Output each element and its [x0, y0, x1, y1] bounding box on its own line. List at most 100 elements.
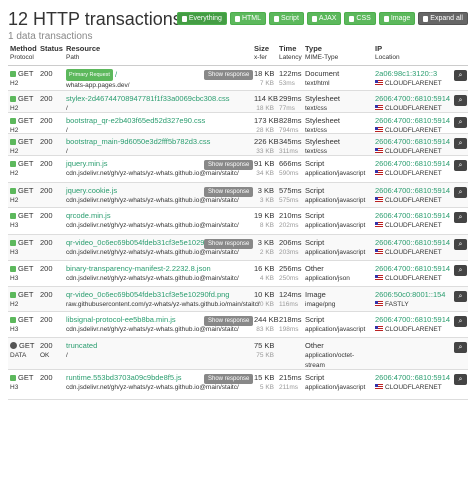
- header-ip[interactable]: IP Location: [375, 44, 400, 62]
- ip-link[interactable]: 2606:4700::6810:5914: [375, 116, 450, 126]
- table-row[interactable]: GET H3 200 libsignal-protocol-ee5b8ba.min.j…: [8, 312, 468, 338]
- header-time[interactable]: Time Latency: [279, 44, 302, 62]
- table-row[interactable]: GET H2 200 jquery.min.js cdn.jsdelivr.net/gh…: [8, 156, 468, 183]
- expand-all-button[interactable]: Expand all: [418, 12, 468, 25]
- search-icon[interactable]: ⌕: [454, 70, 467, 81]
- resource-cell: bootstrap_main-9d6050e3d2fff5b782d3.css /: [66, 137, 256, 157]
- search-icon[interactable]: ⌕: [454, 316, 467, 327]
- ip-cell: 2606:4700::6810:5914 CLOUDFLARENET: [375, 373, 450, 393]
- resource-link[interactable]: binary-transparency-manifest-2.2232.8.js…: [66, 264, 211, 273]
- type-value: Script: [305, 315, 325, 324]
- header-status[interactable]: Status: [40, 44, 63, 53]
- time-value: 828ms: [279, 116, 302, 125]
- latency-value: 203ms: [279, 249, 299, 256]
- show-response-button[interactable]: Show response: [204, 374, 254, 384]
- resource-link[interactable]: libsignal-protocol-ee5b8ba.min.js: [66, 315, 176, 324]
- search-icon[interactable]: ⌕: [454, 212, 467, 223]
- method-cell: GET H2: [10, 116, 33, 136]
- search-icon[interactable]: ⌕: [454, 160, 467, 171]
- filter-script-button[interactable]: Script: [269, 12, 304, 25]
- ip-link[interactable]: 2606:4700::6810:5914: [375, 159, 450, 169]
- xfer-value: 8 KB: [259, 222, 274, 229]
- show-response-button[interactable]: Show response: [204, 239, 254, 249]
- filter-ajax-button[interactable]: AJAX: [306, 12, 342, 25]
- resource-path: whats-app.pages.dev/: [66, 82, 130, 89]
- search-icon[interactable]: ⌕: [454, 374, 467, 385]
- ip-link[interactable]: 2606:4700::6810:5914: [375, 315, 450, 325]
- show-response-button[interactable]: Show response: [204, 160, 254, 170]
- search-icon[interactable]: ⌕: [454, 117, 467, 128]
- search-icon[interactable]: ⌕: [454, 95, 467, 106]
- lock-icon: [10, 96, 16, 102]
- resource-link[interactable]: truncated: [66, 341, 97, 350]
- latency-value: 116ms: [279, 301, 299, 308]
- table-row[interactable]: GET DATA 200 OK truncated / 75 KB 75 KB Other app…: [8, 338, 468, 370]
- filter-image-button[interactable]: Image: [378, 12, 416, 25]
- show-response-button[interactable]: Show response: [204, 187, 254, 197]
- header-time-label: Time: [279, 44, 297, 53]
- ip-link[interactable]: 2606:4700::6810:5914: [375, 211, 450, 221]
- type-cell: Script application/javascript: [305, 238, 373, 258]
- resource-cell: truncated /: [66, 341, 256, 361]
- ip-link[interactable]: 2606:4700::6810:5914: [375, 137, 450, 147]
- header-size[interactable]: Size x-fer: [254, 44, 269, 62]
- resource-link[interactable]: qr-video_0c6ec69b054fdeb31cf3e5e10290fd.…: [66, 290, 229, 299]
- ip-link[interactable]: 2606:4700::6810:5914: [375, 94, 450, 104]
- resource-link[interactable]: bootstrap_main-9d6050e3d2fff5b782d3.css: [66, 137, 210, 146]
- filter-everything-button[interactable]: Everything: [176, 12, 227, 25]
- filter-html-button[interactable]: HTML: [229, 12, 266, 25]
- table-row[interactable]: GET H2 200 bootstrap_main-9d6050e3d2fff5b78…: [8, 134, 468, 156]
- ip-link[interactable]: 2606:50c0:8001::154: [375, 290, 445, 300]
- resource-link[interactable]: qr-video_0c6ec69b054fdeb31cf3e5e10290fd.…: [66, 238, 222, 247]
- search-icon[interactable]: ⌕: [454, 291, 467, 302]
- ip-cell: 2606:4700::6810:5914 CLOUDFLARENET: [375, 116, 450, 136]
- ip-link[interactable]: 2606:4700::6810:5914: [375, 186, 450, 196]
- search-icon[interactable]: ⌕: [454, 265, 467, 276]
- header-method[interactable]: Method Protocol: [10, 44, 37, 62]
- search-icon[interactable]: ⌕: [454, 342, 467, 353]
- search-icon[interactable]: ⌕: [454, 187, 467, 198]
- table-row[interactable]: GET H2 200 Primary Request / whats-app.pages.…: [8, 66, 468, 91]
- us-flag-icon: [375, 105, 383, 110]
- show-response-button[interactable]: Show response: [204, 316, 254, 326]
- ip-link[interactable]: 2606:4700::6810:5914: [375, 238, 450, 248]
- header-type[interactable]: Type MIME-Type: [305, 44, 338, 62]
- table-row[interactable]: GET H3 200 qrcode.min.js cdn.jsdelivr.net/gh…: [8, 208, 468, 235]
- mime-value: application/javascript: [305, 249, 366, 256]
- resource-link[interactable]: bootstrap_qr-e2b403f65ed52d327e90.css: [66, 116, 205, 125]
- table-row[interactable]: GET H2 200 qr-video_0c6ec69b054fdeb31cf3e5e…: [8, 287, 468, 312]
- ip-link[interactable]: 2606:4700::6810:5914: [375, 373, 450, 383]
- filter-bar: Everything HTML Script AJAX CSS Image Ex…: [176, 12, 468, 25]
- filter-css-button[interactable]: CSS: [344, 12, 376, 25]
- method-cell: GET H3: [10, 373, 33, 393]
- table-row[interactable]: GET H3 200 qr-video_0c6ec69b054fdeb31cf3e5e…: [8, 235, 468, 261]
- location-value: CLOUDFLARENET: [385, 105, 442, 112]
- size-value: 173 KB: [254, 116, 279, 125]
- resource-link[interactable]: jquery.min.js: [66, 159, 108, 168]
- table-row[interactable]: GET H2 200 bootstrap_qr-e2b403f65ed52d327e9…: [8, 113, 468, 134]
- method-value: GET: [18, 186, 34, 195]
- type-cell: Stylesheet text/css: [305, 116, 373, 136]
- location-value: CLOUDFLARENET: [385, 80, 442, 87]
- table-row[interactable]: GET H3 200 runtime.553bd3703a09c9bde8f5.js c…: [8, 370, 468, 400]
- resource-link[interactable]: stylex-2d46744708947781f1f33a0069cbc308.…: [66, 94, 229, 103]
- resource-link[interactable]: runtime.553bd3703a09c9bde8f5.js: [66, 373, 182, 382]
- ip-link[interactable]: 2606:4700::6810:5914: [375, 264, 450, 274]
- size-value: 16 KB: [254, 264, 275, 273]
- table-row[interactable]: GET H3 200 binary-transparency-manifest-2.2…: [8, 261, 468, 287]
- search-icon[interactable]: ⌕: [454, 138, 467, 149]
- resource-link[interactable]: jquery.cookie.js: [66, 186, 117, 195]
- show-response-button[interactable]: Show response: [204, 70, 254, 80]
- table-row[interactable]: GET H2 200 stylex-2d46744708947781f1f33a006…: [8, 91, 468, 113]
- size-value: 10 KB: [254, 290, 275, 299]
- table-row[interactable]: GET H2 200 jquery.cookie.js cdn.jsdelivr.net…: [8, 183, 468, 208]
- resource-link[interactable]: /: [115, 70, 117, 79]
- ip-link[interactable]: 2a06:98c1:3120::3: [375, 69, 442, 79]
- us-flag-icon: [375, 275, 383, 280]
- header-resource[interactable]: Resource Path: [66, 44, 100, 62]
- search-icon[interactable]: ⌕: [454, 239, 467, 250]
- protocol-value: H3: [10, 384, 19, 391]
- lock-icon: [10, 188, 16, 194]
- method-value: GET: [18, 69, 34, 78]
- resource-link[interactable]: qrcode.min.js: [66, 211, 111, 220]
